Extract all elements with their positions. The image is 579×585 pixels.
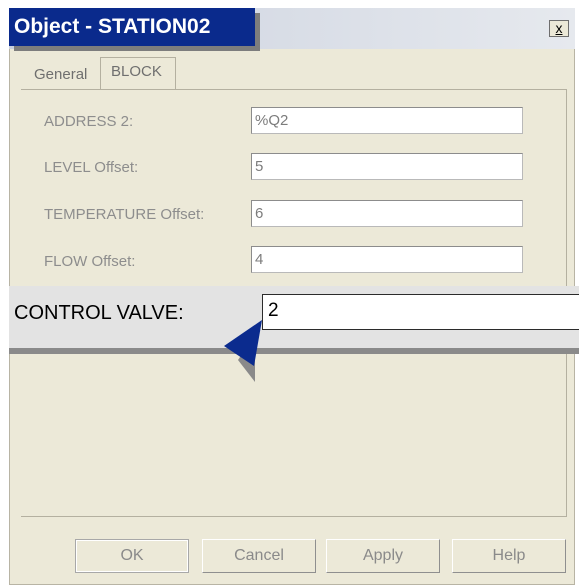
help-button[interactable]: Help: [452, 539, 566, 573]
arrow-pointer-icon: [224, 320, 262, 382]
close-icon: x: [555, 20, 563, 36]
control-valve-label: CONTROL VALVE:: [14, 302, 184, 324]
tab-general[interactable]: General: [25, 60, 106, 90]
control-valve-field[interactable]: 2: [262, 294, 579, 330]
apply-button[interactable]: Apply: [326, 539, 440, 573]
flow-offset-field[interactable]: 4: [251, 246, 523, 273]
temperature-offset-field[interactable]: 6: [251, 200, 523, 227]
temperature-offset-label: TEMPERATURE Offset:: [44, 206, 205, 223]
address2-field[interactable]: %Q2: [251, 107, 523, 134]
tab-block[interactable]: BLOCK: [100, 57, 176, 90]
cancel-button[interactable]: Cancel: [202, 539, 316, 573]
window-title: Object - STATION02: [9, 8, 255, 46]
level-offset-label: LEVEL Offset:: [44, 159, 139, 176]
flow-offset-label: FLOW Offset:: [44, 253, 136, 270]
ok-button[interactable]: OK: [75, 539, 189, 573]
close-button[interactable]: x: [549, 20, 569, 37]
address2-label: ADDRESS 2:: [44, 113, 134, 130]
level-offset-field[interactable]: 5: [251, 153, 523, 180]
